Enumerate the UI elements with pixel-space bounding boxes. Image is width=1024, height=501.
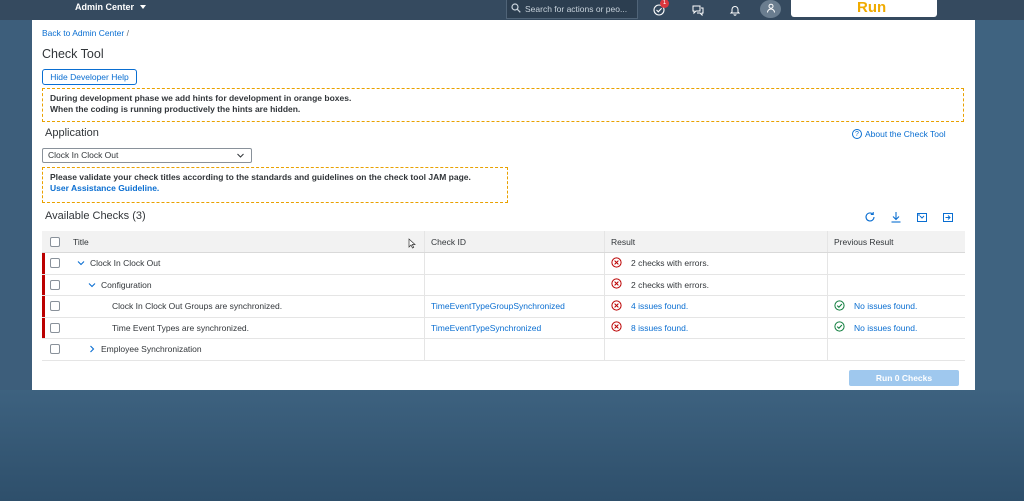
avatar[interactable] xyxy=(760,0,781,18)
chevron-down-icon[interactable] xyxy=(76,259,86,267)
guideline-hint-box: Please validate your check titles accord… xyxy=(42,167,508,203)
search-icon[interactable] xyxy=(511,3,521,15)
table-row[interactable]: Time Event Types are synchronized. TimeE… xyxy=(42,317,965,339)
user-assistance-guideline-link[interactable]: User Assistance Guideline. xyxy=(50,183,500,194)
hint-text-2: When the coding is running productively … xyxy=(50,104,301,114)
application-select[interactable]: Clock In Clock Out xyxy=(42,148,252,163)
breadcrumb-separator: / xyxy=(126,28,129,38)
row-previous-result-link[interactable]: No issues found. xyxy=(854,301,917,311)
refresh-icon[interactable] xyxy=(863,210,877,224)
chevron-right-icon[interactable] xyxy=(87,345,97,353)
about-link-label: About the Check Tool xyxy=(865,129,946,139)
row-title: Employee Synchronization xyxy=(101,344,202,355)
chevron-down-icon[interactable] xyxy=(87,281,97,289)
row-title: Time Event Types are synchronized. xyxy=(112,322,250,333)
row-title: Clock In Clock Out xyxy=(90,258,161,269)
table-row[interactable]: Clock In Clock Out 2 checks with errors. xyxy=(42,253,965,275)
search-input[interactable] xyxy=(525,4,635,14)
search-box[interactable] xyxy=(506,0,638,19)
select-all-checkbox[interactable] xyxy=(50,236,60,247)
success-icon xyxy=(834,321,845,334)
bell-icon[interactable] xyxy=(727,2,743,18)
select-all-cell xyxy=(42,231,68,252)
feedback-icon[interactable] xyxy=(689,2,705,18)
row-title: Configuration xyxy=(101,279,152,290)
table-header: Title Check ID Result Previous Result xyxy=(42,231,965,253)
caret-down-icon xyxy=(140,5,147,9)
row-checkbox[interactable] xyxy=(50,279,60,290)
shell-bar: Admin Center 1 Run xyxy=(0,0,1024,20)
error-icon xyxy=(611,257,622,270)
breadcrumb-back-link[interactable]: Back to Admin Center xyxy=(42,28,124,38)
run-checks-button[interactable]: Run 0 Checks xyxy=(849,370,959,386)
row-result-link[interactable]: 4 issues found. xyxy=(631,301,688,311)
header-check-id[interactable]: Check ID xyxy=(425,231,605,252)
table-row[interactable]: Clock In Clock Out Groups are synchroniz… xyxy=(42,296,965,318)
page-title: Check Tool xyxy=(42,47,104,61)
chevron-down-icon xyxy=(236,151,245,164)
breadcrumb: Back to Admin Center / xyxy=(42,28,129,38)
row-checkbox[interactable] xyxy=(50,322,60,333)
application-select-value: Clock In Clock Out xyxy=(48,150,119,160)
row-result: 2 checks with errors. xyxy=(631,279,709,290)
import-icon[interactable] xyxy=(941,210,955,224)
page-content: Back to Admin Center / Check Tool Hide D… xyxy=(32,20,975,390)
available-checks-title: Available Checks (3) xyxy=(45,210,146,222)
success-icon xyxy=(834,300,845,313)
app-title-menu[interactable]: Admin Center xyxy=(75,2,147,12)
hide-developer-help-button[interactable]: Hide Developer Help xyxy=(42,69,137,85)
run-logo-text: Run xyxy=(857,0,887,16)
header-result[interactable]: Result xyxy=(605,231,828,252)
row-checkbox[interactable] xyxy=(50,258,60,269)
table-row[interactable]: Configuration 2 checks with errors. xyxy=(42,274,965,296)
background-left xyxy=(0,20,32,390)
header-previous-result[interactable]: Previous Result xyxy=(828,231,965,252)
hint-guideline-text: Please validate your check titles accord… xyxy=(50,172,471,182)
about-check-tool-link[interactable]: ? About the Check Tool xyxy=(852,129,946,139)
person-icon xyxy=(766,3,776,15)
row-previous-result-link[interactable]: No issues found. xyxy=(854,323,917,333)
notification-badge: 1 xyxy=(660,0,669,8)
hint-text-1: During development phase we add hints fo… xyxy=(50,93,352,103)
background-right xyxy=(975,20,1024,390)
task-check-icon[interactable]: 1 xyxy=(651,0,669,18)
help-icon: ? xyxy=(852,129,862,139)
application-label: Application xyxy=(45,127,99,139)
row-check-id-link[interactable]: TimeEventTypeSynchronized xyxy=(431,323,541,333)
error-icon xyxy=(611,321,622,334)
run-logo: Run xyxy=(791,0,937,17)
developer-hint-box: During development phase we add hints fo… xyxy=(42,88,964,122)
download-icon[interactable] xyxy=(889,210,903,224)
table-row[interactable]: Employee Synchronization xyxy=(42,339,965,361)
mouse-cursor-icon xyxy=(408,238,416,251)
row-result-link[interactable]: 8 issues found. xyxy=(631,323,688,333)
row-title: Clock In Clock Out Groups are synchroniz… xyxy=(112,301,283,312)
header-title[interactable]: Title xyxy=(68,231,425,252)
export-icon[interactable] xyxy=(915,210,929,224)
error-icon xyxy=(611,300,622,313)
app-title: Admin Center xyxy=(75,2,135,12)
error-icon xyxy=(611,278,622,291)
row-check-id-link[interactable]: TimeEventTypeGroupSynchronized xyxy=(431,301,565,311)
row-result: 2 checks with errors. xyxy=(631,258,709,269)
row-checkbox[interactable] xyxy=(50,301,60,312)
checks-table: Title Check ID Result Previous Result Cl… xyxy=(42,231,965,361)
row-checkbox[interactable] xyxy=(50,344,60,355)
